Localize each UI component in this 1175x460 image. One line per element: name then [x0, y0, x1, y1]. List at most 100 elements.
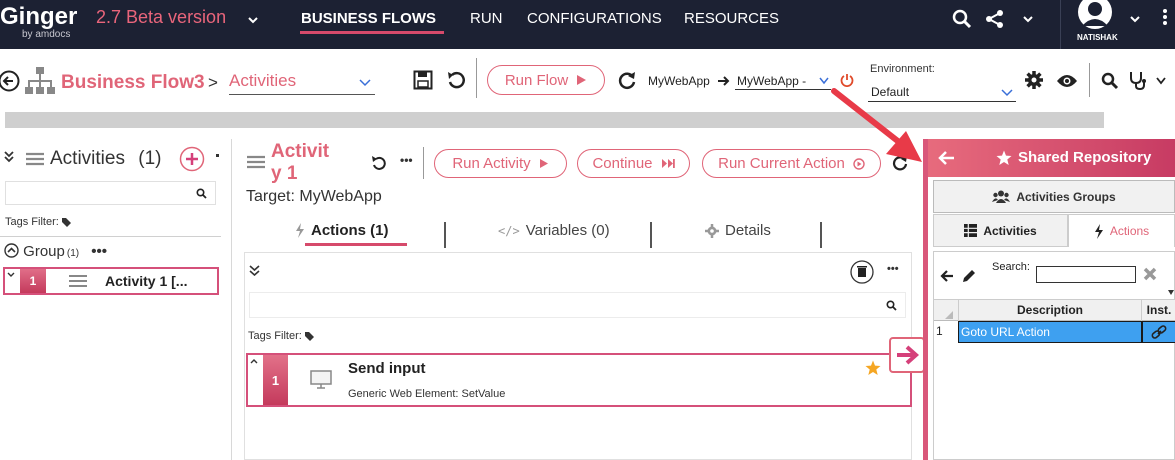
nav-business-flows[interactable]: BUSINESS FLOWS — [301, 10, 436, 27]
divider — [0, 236, 221, 237]
target-app-select[interactable]: MyWebApp - — [735, 72, 831, 90]
refresh-icon[interactable] — [617, 70, 637, 90]
clear-icon[interactable] — [1143, 267, 1157, 281]
arrow-left-icon[interactable] — [937, 150, 955, 166]
activities-panel: Activities (1) Tags Filter: Group (1) •••… — [0, 139, 232, 460]
tab-actions[interactable]: Actions (1) — [295, 222, 389, 239]
chevron-down-icon[interactable] — [1129, 13, 1141, 25]
code-icon: </> — [498, 223, 520, 238]
action-description: Generic Web Element: SetValue — [348, 388, 506, 400]
arrow-left-icon[interactable] — [940, 270, 954, 282]
group-header[interactable]: Group (1) ••• — [4, 243, 107, 260]
column-description[interactable]: Description — [958, 300, 1142, 321]
tab-variables[interactable]: </> Variables (0) — [498, 222, 610, 239]
drag-handle-icon[interactable] — [69, 274, 87, 288]
run-activity-button[interactable]: Run Activity — [434, 149, 567, 178]
add-activity-icon[interactable] — [179, 146, 205, 172]
tab-details-label: Details — [725, 222, 771, 239]
gear-icon — [705, 223, 719, 238]
more-icon[interactable]: ••• — [887, 263, 899, 275]
more-vertical-icon[interactable] — [1162, 8, 1168, 26]
delete-icon[interactable] — [850, 260, 874, 284]
search-icon — [196, 188, 207, 199]
tab-repo-activities-label: Activities — [983, 223, 1037, 238]
actions-search-input[interactable] — [249, 292, 906, 318]
chevron-down-icon[interactable] — [247, 14, 259, 26]
search-icon[interactable] — [952, 9, 972, 29]
more-icon[interactable] — [216, 154, 219, 157]
row-inst-cell[interactable] — [1142, 321, 1175, 343]
back-arrow-icon[interactable] — [0, 70, 20, 92]
column-inst[interactable]: Inst. — [1142, 300, 1175, 321]
tags-filter-label[interactable]: Tags Filter: — [5, 216, 71, 228]
continue-button[interactable]: Continue — [577, 149, 690, 178]
nav-configurations[interactable]: CONFIGURATIONS — [527, 10, 662, 27]
chevron-down-icon[interactable] — [7, 272, 15, 278]
undo-icon[interactable] — [371, 155, 387, 171]
chevron-down-icon[interactable] — [1168, 290, 1174, 295]
view-select[interactable]: Activities — [229, 71, 375, 95]
list-icon — [247, 155, 265, 169]
tab-repo-actions[interactable]: Actions — [1068, 214, 1175, 247]
save-icon[interactable] — [413, 70, 433, 90]
row-number: 1 — [936, 324, 943, 338]
divider — [444, 222, 446, 248]
select-all-corner-icon[interactable] — [945, 311, 953, 319]
star-icon[interactable] — [865, 360, 881, 376]
breadcrumb-separator: > — [208, 73, 218, 92]
power-icon[interactable] — [840, 73, 854, 87]
arrow-right-icon — [897, 345, 920, 365]
add-to-shared-repository-button[interactable] — [889, 337, 925, 373]
activities-groups-button[interactable]: Activities Groups — [933, 180, 1175, 213]
refresh-icon[interactable] — [892, 155, 908, 171]
run-current-action-button[interactable]: Run Current Action — [702, 149, 881, 178]
gear-icon[interactable] — [1024, 70, 1044, 90]
environment-select[interactable]: Default — [868, 82, 1016, 102]
target-app-select-value: MyWebApp - — [737, 74, 807, 88]
eye-icon[interactable] — [1056, 73, 1078, 89]
version-label[interactable]: 2.7 Beta version — [96, 7, 226, 28]
tab-repo-activities[interactable]: Activities — [933, 214, 1068, 247]
tags-filter-label[interactable]: Tags Filter: — [248, 330, 314, 342]
link-icon[interactable] — [1151, 325, 1167, 339]
run-flow-button[interactable]: Run Flow — [487, 65, 605, 95]
grid-header: Description Inst. — [934, 300, 1175, 321]
pencil-icon[interactable] — [961, 268, 977, 284]
undo-icon[interactable] — [446, 70, 466, 90]
collapse-all-icon[interactable] — [249, 265, 260, 276]
more-icon[interactable]: ••• — [91, 243, 107, 260]
chevron-up-icon[interactable] — [250, 358, 258, 364]
play-icon — [577, 75, 587, 85]
user-avatar-icon[interactable] — [1076, 0, 1114, 32]
activity-editor: Activit y 1 ••• Run Activity Continue Ru… — [233, 139, 921, 460]
search-icon[interactable] — [1101, 72, 1119, 90]
users-icon — [992, 190, 1011, 203]
collapse-up-icon[interactable] — [4, 243, 19, 258]
nav-resources[interactable]: RESOURCES — [684, 10, 779, 27]
collapse-all-icon[interactable] — [3, 151, 15, 163]
stethoscope-icon[interactable] — [1128, 70, 1148, 90]
run-flow-label: Run Flow — [504, 71, 569, 89]
business-flow-title: Business Flow3 — [61, 72, 205, 93]
tab-details[interactable]: Details — [705, 222, 771, 239]
group-count: (1) — [66, 248, 80, 259]
nav-run[interactable]: RUN — [470, 10, 503, 27]
table-row[interactable]: 1 Goto URL Action — [934, 321, 1175, 343]
activity-list-item[interactable]: 1 Activity 1 [... — [3, 267, 219, 295]
horizontal-scrollbar[interactable] — [5, 112, 1104, 128]
chevron-down-icon[interactable] — [1022, 13, 1034, 25]
shared-repository-title: Shared Repository — [1018, 149, 1152, 166]
activity-title: Activit y 1 — [271, 141, 330, 184]
row-description[interactable]: Goto URL Action — [958, 321, 1142, 343]
share-icon[interactable] — [985, 9, 1005, 29]
chevron-down-icon — [359, 79, 371, 87]
top-navigation-bar: Ginger by amdocs 2.7 Beta version BUSINE… — [0, 0, 1175, 49]
tag-icon — [61, 217, 71, 227]
chevron-down-icon[interactable] — [1156, 77, 1166, 85]
more-icon[interactable]: ••• — [400, 153, 413, 167]
activities-search-input[interactable] — [5, 181, 216, 205]
action-list-item[interactable]: 1 Send input Generic Web Element: SetVal… — [246, 353, 912, 407]
repo-search-input[interactable] — [1036, 266, 1136, 283]
nav-active-underline — [300, 31, 444, 34]
tags-filter-text: Tags Filter: — [5, 216, 59, 228]
